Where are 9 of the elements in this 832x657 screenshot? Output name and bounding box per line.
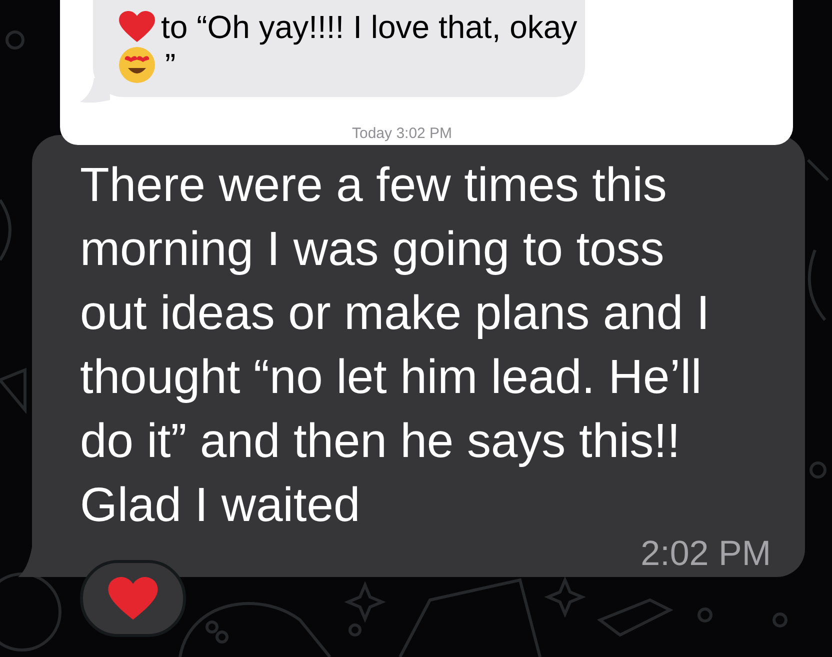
timestamp: Today 3:02 PM bbox=[352, 126, 452, 142]
heart-eyes-face-icon bbox=[119, 47, 155, 83]
heart-icon bbox=[119, 11, 155, 43]
heart-icon bbox=[108, 576, 158, 620]
quoted-text: ” bbox=[165, 47, 176, 83]
message-text: There were a few times this morning I was going to toss out ideas or make plans and I thought “no let him lead. He’ll do it” and then he says this!! Glad I waited bbox=[80, 159, 710, 533]
message-time: 2:02 PM bbox=[640, 536, 771, 572]
quoted-text: to “Oh yay!!!! I love that, okay bbox=[161, 9, 578, 45]
reaction-pill[interactable] bbox=[80, 560, 186, 637]
